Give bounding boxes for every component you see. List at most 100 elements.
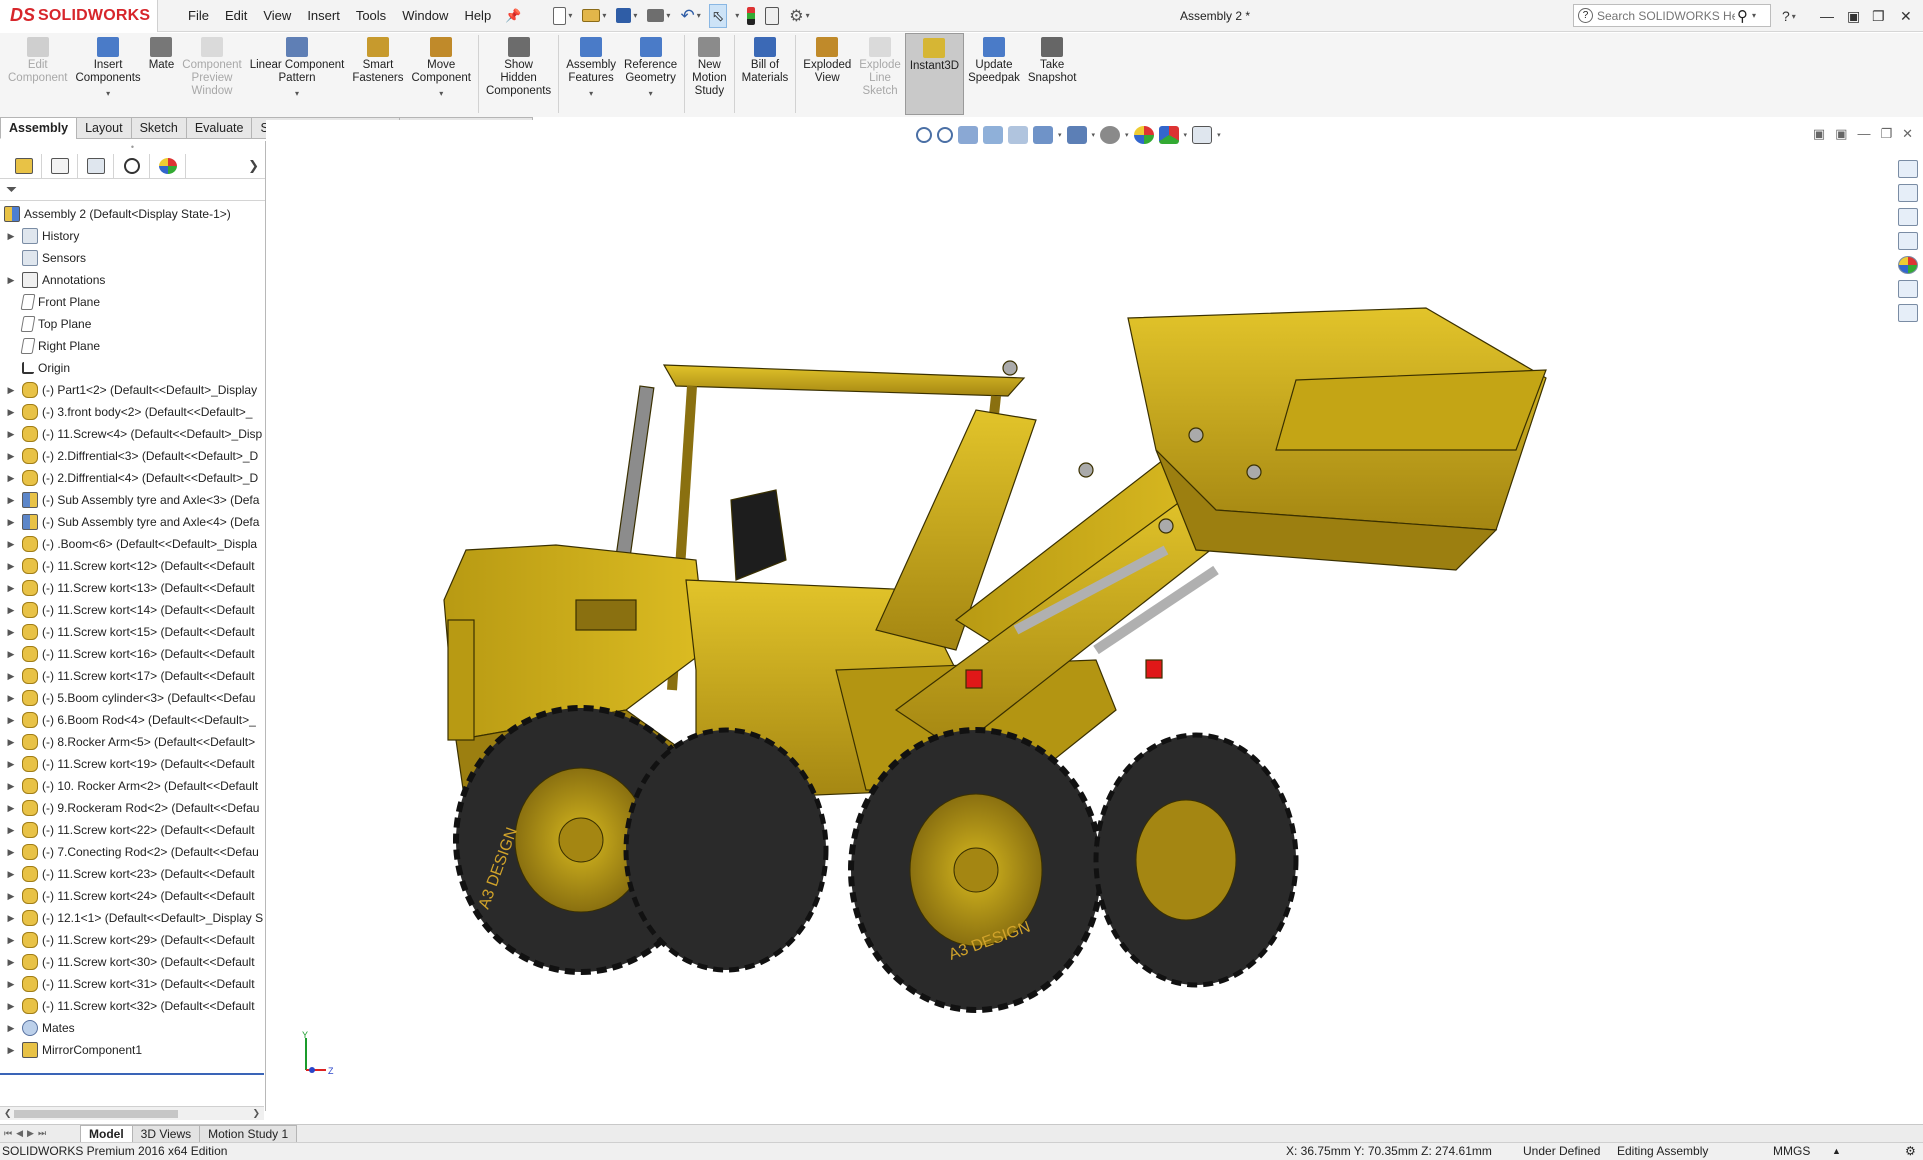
tree-item[interactable]: ▶ (-) 10. Rocker Arm<2> (Default<<Default	[0, 775, 265, 797]
viewport-restore-icon[interactable]: ❐	[1880, 126, 1892, 142]
smart-fasteners-button[interactable]: Smart Fasteners	[348, 33, 407, 115]
tree-item[interactable]: ▶ (-) 11.Screw kort<24> (Default<<Default	[0, 885, 265, 907]
expand-arrow-icon[interactable]: ▶	[4, 781, 18, 792]
tab-layout[interactable]: Layout	[76, 117, 132, 139]
file-properties-button[interactable]	[763, 4, 781, 28]
tree-item[interactable]: ▶ (-) 11.Screw kort<16> (Default<<Default	[0, 643, 265, 665]
tree-item[interactable]: ▶ (-) 9.Rockeram Rod<2> (Default<<Defau	[0, 797, 265, 819]
chevron-down-icon[interactable]: ▾	[439, 87, 443, 100]
edit-component-button[interactable]: Edit Component	[4, 33, 71, 115]
expand-arrow-icon[interactable]: ▶	[4, 957, 18, 968]
display-style-icon[interactable]	[1066, 126, 1087, 144]
expand-arrow-icon[interactable]: ▶	[4, 671, 18, 682]
file-explorer-icon[interactable]	[1898, 208, 1918, 226]
expand-arrow-icon[interactable]: ▶	[4, 693, 18, 704]
solidworks-logo[interactable]: DS SOLIDWORKS	[0, 0, 158, 32]
tree-item[interactable]: ▶ (-) Sub Assembly tyre and Axle<3> (Defa	[0, 489, 265, 511]
dynamic-annotation-icon[interactable]	[1008, 126, 1028, 144]
tree-item[interactable]: ▶ (-) 2.Diffrential<4> (Default<<Default>…	[0, 467, 265, 489]
expand-arrow-icon[interactable]: ▶	[4, 1023, 18, 1034]
tree-item[interactable]: ▶ Mates	[0, 1017, 265, 1039]
tab-model[interactable]: Model	[80, 1124, 133, 1143]
tree-item[interactable]: ▶ (-) 11.Screw kort<30> (Default<<Default	[0, 951, 265, 973]
tree-item[interactable]: Right Plane	[0, 335, 265, 357]
expand-arrow-icon[interactable]: ▶	[4, 1001, 18, 1012]
scroll-right-icon[interactable]: ❯	[252, 1108, 260, 1119]
expand-arrow-icon[interactable]: ▶	[4, 979, 18, 990]
mate-button[interactable]: Mate	[145, 33, 179, 115]
expand-arrow-icon[interactable]: ▶	[4, 385, 18, 396]
tab-display-manager[interactable]	[150, 153, 186, 178]
open-document-button[interactable]: ▾	[580, 4, 608, 28]
assembly-features-button[interactable]: Assembly Features ▾	[562, 33, 620, 115]
design-library-icon[interactable]	[1898, 184, 1918, 202]
tree-item[interactable]: ▶ (-) 2.Diffrential<3> (Default<<Default>…	[0, 445, 265, 467]
zoom-to-area-icon[interactable]	[937, 127, 953, 143]
motion-study-button[interactable]: New Motion Study	[688, 33, 731, 115]
tree-item[interactable]: ▶ (-) 12.1<1> (Default<<Default>_Display …	[0, 907, 265, 929]
tree-item[interactable]: ▶ (-) 11.Screw kort<19> (Default<<Default	[0, 753, 265, 775]
tree-item[interactable]: ▶ (-) 3.front body<2> (Default<<Default>_	[0, 401, 265, 423]
expand-arrow-icon[interactable]: ▶	[4, 759, 18, 770]
expand-arrow-icon[interactable]: ▶	[4, 473, 18, 484]
tree-item[interactable]: ▶ (-) 11.Screw<4> (Default<<Default>_Disp	[0, 423, 265, 445]
new-document-button[interactable]: ▾	[551, 4, 574, 28]
menu-item-tools[interactable]: Tools	[348, 0, 394, 32]
update-speedpak-button[interactable]: Update Speedpak	[964, 33, 1024, 115]
scroll-thumb[interactable]	[14, 1110, 178, 1118]
status-options-icon[interactable]: ⚙	[1905, 1143, 1916, 1160]
help-search-input[interactable]	[1597, 8, 1735, 23]
tree-item[interactable]: Top Plane	[0, 313, 265, 335]
tree-root[interactable]: Assembly 2 (Default<Display State-1>)	[0, 203, 265, 225]
tree-item[interactable]: ▶ (-) 6.Boom Rod<4> (Default<<Default>_	[0, 709, 265, 731]
expand-arrow-icon[interactable]: ▶	[4, 649, 18, 660]
reference-geometry-button[interactable]: Reference Geometry ▾	[620, 33, 681, 115]
tree-item[interactable]: ▶ (-) 11.Screw kort<22> (Default<<Default	[0, 819, 265, 841]
expand-arrow-icon[interactable]: ▶	[4, 825, 18, 836]
help-menu-button[interactable]: ? ▾	[1782, 0, 1796, 32]
tree-item[interactable]: ▶ (-) 11.Screw kort<17> (Default<<Default	[0, 665, 265, 687]
undo-button[interactable]: ↶ ▾	[678, 4, 702, 28]
menu-item-edit[interactable]: Edit	[217, 0, 255, 32]
explode-line-sketch-button[interactable]: Explode Line Sketch	[855, 33, 905, 115]
expand-arrow-icon[interactable]: ▶	[4, 891, 18, 902]
tab-configuration-manager[interactable]	[78, 153, 114, 178]
tab-assembly[interactable]: Assembly	[0, 117, 78, 139]
tree-item[interactable]: ▶ (-) 11.Screw kort<32> (Default<<Default	[0, 995, 265, 1017]
tree-filter[interactable]: ⏷	[0, 179, 265, 201]
chevron-down-icon[interactable]: ▾	[589, 87, 593, 100]
show-hidden-button[interactable]: Show Hidden Components	[482, 33, 555, 115]
pin-icon[interactable]: 📌	[505, 8, 521, 24]
expand-arrow-icon[interactable]: ▶	[4, 583, 18, 594]
tree-item[interactable]: ▶ Annotations	[0, 269, 265, 291]
previous-view-icon[interactable]	[958, 126, 978, 144]
move-component-button[interactable]: Move Component ▾	[408, 33, 475, 115]
tab-dimxpert-manager[interactable]	[114, 153, 150, 178]
appearances-icon[interactable]	[1898, 256, 1918, 274]
maximize-button[interactable]: ❐	[1872, 0, 1885, 32]
horizontal-scrollbar[interactable]: ❮ ❯	[0, 1106, 264, 1120]
tree-item[interactable]: ▶ (-) 11.Screw kort<23> (Default<<Default	[0, 863, 265, 885]
insert-components-button[interactable]: Insert Components ▾	[71, 33, 144, 115]
take-snapshot-button[interactable]: Take Snapshot	[1024, 33, 1081, 115]
scroll-left-icon[interactable]: ❮	[4, 1108, 12, 1119]
tree-item[interactable]: ▶ (-) 11.Screw kort<31> (Default<<Default	[0, 973, 265, 995]
menu-item-help[interactable]: Help	[456, 0, 499, 32]
expand-arrow-icon[interactable]: ▶	[4, 737, 18, 748]
tree-item[interactable]: ▶ (-) 11.Screw kort<12> (Default<<Default	[0, 555, 265, 577]
edit-appearance-icon[interactable]	[1133, 126, 1154, 144]
tree-item[interactable]: ▶ (-) 5.Boom cylinder<3> (Default<<Defau	[0, 687, 265, 709]
menu-item-view[interactable]: View	[255, 0, 299, 32]
tab-evaluate[interactable]: Evaluate	[185, 117, 253, 139]
chevron-right-icon[interactable]: ❯	[248, 158, 259, 174]
expand-arrow-icon[interactable]: ▶	[4, 605, 18, 616]
chevron-down-icon[interactable]: ▾	[649, 87, 653, 100]
custom-properties-icon[interactable]	[1898, 280, 1918, 298]
tree-item[interactable]: Front Plane	[0, 291, 265, 313]
expand-arrow-icon[interactable]: ▶	[4, 935, 18, 946]
chevron-down-icon[interactable]: ▾	[295, 87, 299, 100]
tree-item[interactable]: ▶ (-) .Boom<6> (Default<<Default>_Displa	[0, 533, 265, 555]
expand-arrow-icon[interactable]: ▶	[4, 429, 18, 440]
apply-scene-icon[interactable]	[1158, 126, 1179, 144]
menu-item-file[interactable]: File	[180, 0, 217, 32]
